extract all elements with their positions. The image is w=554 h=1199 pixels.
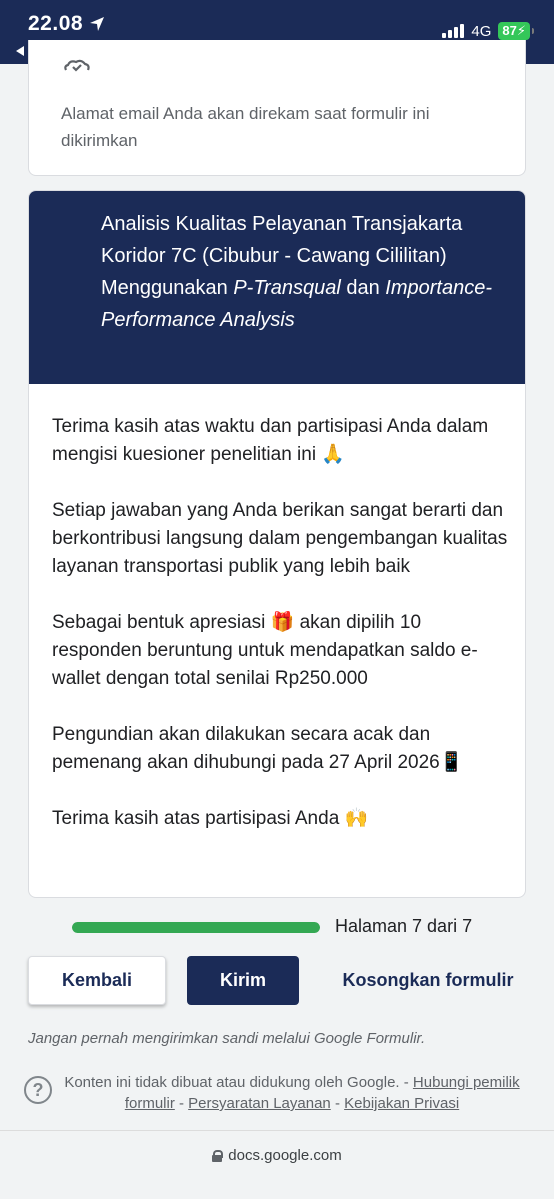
cloud-check-icon (64, 59, 90, 72)
url-display[interactable]: docs.google.com (0, 1147, 554, 1164)
progress-fill (72, 922, 320, 933)
status-time: 22.08 (28, 12, 105, 36)
progress-bar (72, 922, 320, 933)
lock-icon (212, 1149, 224, 1162)
email-record-note: Alamat email Anda akan direkam saat form… (61, 104, 430, 150)
section-header: Analisis Kualitas Pelayanan Transjakarta… (29, 191, 525, 384)
signal-icon (442, 24, 465, 38)
terms-link[interactable]: Persyaratan Layanan (188, 1095, 331, 1112)
back-button[interactable]: Kembali (28, 956, 166, 1005)
description-paragraph: Terima kasih atas partisipasi Anda 🙌 (52, 808, 369, 829)
url-domain: docs.google.com (228, 1147, 342, 1164)
footer-disclaimer: Konten ini tidak dibuat atau didukung ol… (64, 1074, 520, 1112)
location-arrow-icon (90, 17, 105, 31)
url-bar[interactable]: docs.google.com (0, 1130, 554, 1199)
section-description: Terima kasih atas waktu dan partisipasi … (52, 413, 512, 833)
progress-row: Halaman 7 dari 7 (0, 912, 554, 942)
network-type: 4G (471, 22, 492, 40)
description-paragraph: Setiap jawaban yang Anda berikan sangat … (52, 500, 508, 577)
section-card: Analisis Kualitas Pelayanan Transjakarta… (28, 190, 526, 898)
progress-label: Halaman 7 dari 7 (335, 916, 473, 936)
clear-form-button[interactable]: Kosongkan formulir (330, 956, 526, 1005)
battery-icon: 87⚡ (498, 22, 534, 40)
description-paragraph: Pengundian akan dilakukan secara acak da… (52, 724, 464, 773)
help-icon: ? (24, 1076, 52, 1104)
description-paragraph: Sebagai bentuk apresiasi 🎁 akan dipilih … (52, 612, 478, 689)
privacy-link[interactable]: Kebijakan Privasi (344, 1095, 459, 1112)
description-paragraph: Terima kasih atas waktu dan partisipasi … (52, 416, 489, 465)
status-indicators: 4G 87⚡ (442, 22, 534, 40)
back-triangle-icon (16, 46, 24, 56)
section-title: Analisis Kualitas Pelayanan Transjakarta… (101, 213, 492, 331)
email-card: Alamat email Anda akan direkam saat form… (28, 40, 526, 176)
submit-button[interactable]: Kirim (187, 956, 299, 1005)
password-warning: Jangan pernah mengirimkan sandi melalui … (28, 1030, 426, 1047)
